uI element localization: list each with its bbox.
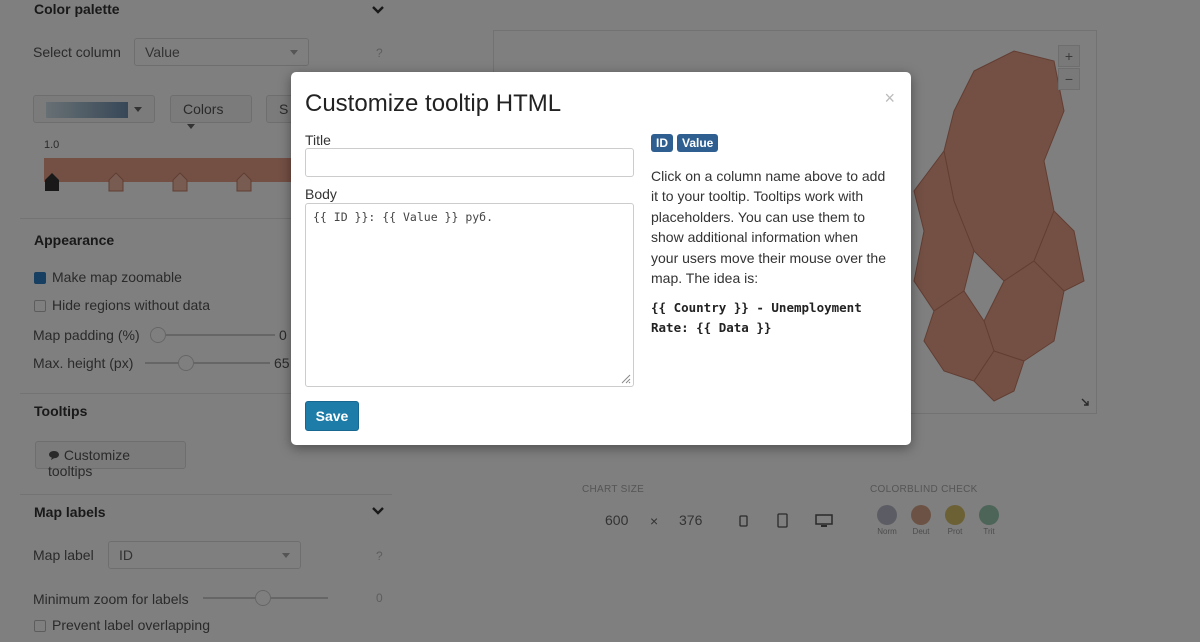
column-badges: ID Value <box>651 134 719 152</box>
close-icon[interactable]: × <box>884 88 895 109</box>
body-field[interactable]: {{ ID }}: {{ Value }} руб. <box>305 203 634 387</box>
save-button[interactable]: Save <box>305 401 359 431</box>
title-field[interactable] <box>305 148 634 177</box>
modal-title: Customize tooltip HTML <box>305 90 562 117</box>
body-field-value: {{ ID }}: {{ Value }} руб. <box>313 210 494 224</box>
body-field-label: Body <box>305 186 337 202</box>
tooltip-example-code: {{ Country }} - Unemployment Rate: {{ Da… <box>651 300 862 335</box>
resize-grip-icon[interactable] <box>619 372 631 384</box>
title-field-label: Title <box>305 132 331 148</box>
tooltip-help-text: Click on a column name above to add it t… <box>651 168 886 287</box>
customize-tooltip-modal: Customize tooltip HTML × Title Body {{ I… <box>291 72 911 445</box>
column-badge-value[interactable]: Value <box>677 134 719 152</box>
column-badge-id[interactable]: ID <box>651 134 673 152</box>
